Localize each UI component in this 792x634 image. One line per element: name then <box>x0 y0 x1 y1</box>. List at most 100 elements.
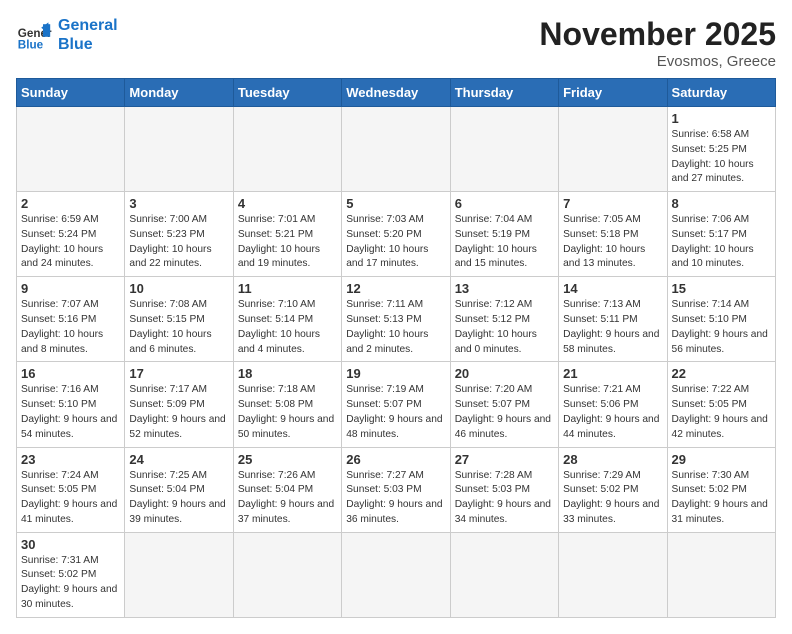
calendar-cell: 12Sunrise: 7:11 AM Sunset: 5:13 PM Dayli… <box>342 277 450 362</box>
calendar-cell: 27 Sunrise: 7:28 AM Sunset: 5:03 PM Dayli… <box>450 447 558 532</box>
day-info: Sunrise: 7:14 AM Sunset: 5:10 PM Dayligh… <box>672 298 771 357</box>
day-info: Sunrise: 7:19 AM Sunset: 5:07 PM Dayligh… <box>346 383 445 442</box>
day-info: Sunrise: 7:05 AM Sunset: 5:18 PM Dayligh… <box>563 213 662 272</box>
calendar-cell: 13Sunrise: 7:12 AM Sunset: 5:12 PM Dayli… <box>450 277 558 362</box>
day-number: 21 <box>563 366 662 381</box>
weekday-header-saturday: Saturday <box>667 79 775 107</box>
day-info: Sunrise: 7:28 AM Sunset: 5:03 PM Dayligh… <box>455 469 554 528</box>
weekday-header-monday: Monday <box>125 79 233 107</box>
calendar-cell: 20Sunrise: 7:20 AM Sunset: 5:07 PM Dayli… <box>450 362 558 447</box>
day-info: Sunrise: 7:07 AM Sunset: 5:16 PM Dayligh… <box>21 298 120 357</box>
day-number: 15 <box>672 281 771 296</box>
day-number: 6 <box>455 196 554 211</box>
calendar-cell <box>667 532 775 617</box>
calendar-cell: 16Sunrise: 7:16 AM Sunset: 5:10 PM Dayli… <box>17 362 125 447</box>
calendar-cell <box>233 107 341 192</box>
calendar-cell <box>450 532 558 617</box>
month-title: November 2025 <box>539 16 776 53</box>
calendar-cell: 1 Sunrise: 6:58 AM Sunset: 5:25 PM Daylig… <box>667 107 775 192</box>
day-number: 29 <box>672 452 771 467</box>
day-number: 28 <box>563 452 662 467</box>
day-number: 25 <box>238 452 337 467</box>
day-info: Sunrise: 7:03 AM Sunset: 5:20 PM Dayligh… <box>346 213 445 272</box>
calendar-cell: 3Sunrise: 7:00 AM Sunset: 5:23 PM Daylig… <box>125 192 233 277</box>
calendar-cell: 26Sunrise: 7:27 AM Sunset: 5:03 PM Dayli… <box>342 447 450 532</box>
day-number: 11 <box>238 281 337 296</box>
weekday-header-thursday: Thursday <box>450 79 558 107</box>
calendar-cell: 29 Sunrise: 7:30 AM Sunset: 5:02 PM Dayli… <box>667 447 775 532</box>
calendar-cell: 14Sunrise: 7:13 AM Sunset: 5:11 PM Dayli… <box>559 277 667 362</box>
day-number: 7 <box>563 196 662 211</box>
day-info: Sunrise: 7:29 AM Sunset: 5:02 PM Dayligh… <box>563 469 662 528</box>
day-info: Sunrise: 7:04 AM Sunset: 5:19 PM Dayligh… <box>455 213 554 272</box>
svg-text:Blue: Blue <box>18 39 44 52</box>
calendar-cell <box>342 532 450 617</box>
day-info: Sunrise: 6:58 AM Sunset: 5:25 PM Dayligh… <box>672 128 771 187</box>
day-info: Sunrise: 7:26 AM Sunset: 5:04 PM Dayligh… <box>238 469 337 528</box>
calendar-cell <box>342 107 450 192</box>
day-number: 14 <box>563 281 662 296</box>
calendar-week-row-6: 30 Sunrise: 7:31 AM Sunset: 5:02 PM Dayli… <box>17 532 776 617</box>
day-info: Sunrise: 7:01 AM Sunset: 5:21 PM Dayligh… <box>238 213 337 272</box>
calendar-cell: 24Sunrise: 7:25 AM Sunset: 5:04 PM Dayli… <box>125 447 233 532</box>
calendar-cell <box>450 107 558 192</box>
calendar-cell: 15 Sunrise: 7:14 AM Sunset: 5:10 PM Dayli… <box>667 277 775 362</box>
calendar-table: SundayMondayTuesdayWednesdayThursdayFrid… <box>16 78 776 618</box>
day-number: 27 <box>455 452 554 467</box>
day-number: 1 <box>672 111 771 126</box>
day-info: Sunrise: 6:59 AM Sunset: 5:24 PM Dayligh… <box>21 213 120 272</box>
calendar-cell <box>559 107 667 192</box>
calendar-cell: 10Sunrise: 7:08 AM Sunset: 5:15 PM Dayli… <box>125 277 233 362</box>
weekday-header-sunday: Sunday <box>17 79 125 107</box>
day-number: 26 <box>346 452 445 467</box>
calendar-cell: 23 Sunrise: 7:24 AM Sunset: 5:05 PM Dayli… <box>17 447 125 532</box>
calendar-cell: 17 Sunrise: 7:17 AM Sunset: 5:09 PM Dayli… <box>125 362 233 447</box>
logo: General Blue GeneralBlue <box>16 16 118 54</box>
day-number: 10 <box>129 281 228 296</box>
calendar-cell: 21Sunrise: 7:21 AM Sunset: 5:06 PM Dayli… <box>559 362 667 447</box>
calendar-week-row-5: 23 Sunrise: 7:24 AM Sunset: 5:05 PM Dayli… <box>17 447 776 532</box>
day-number: 23 <box>21 452 120 467</box>
calendar-cell: 11Sunrise: 7:10 AM Sunset: 5:14 PM Dayli… <box>233 277 341 362</box>
calendar-cell: 5 Sunrise: 7:03 AM Sunset: 5:20 PM Daylig… <box>342 192 450 277</box>
day-number: 9 <box>21 281 120 296</box>
day-info: Sunrise: 7:17 AM Sunset: 5:09 PM Dayligh… <box>129 383 228 442</box>
calendar-cell: 6 Sunrise: 7:04 AM Sunset: 5:19 PM Daylig… <box>450 192 558 277</box>
day-info: Sunrise: 7:24 AM Sunset: 5:05 PM Dayligh… <box>21 469 120 528</box>
location: Evosmos, Greece <box>539 53 776 70</box>
day-info: Sunrise: 7:06 AM Sunset: 5:17 PM Dayligh… <box>672 213 771 272</box>
day-number: 16 <box>21 366 120 381</box>
calendar-cell: 28 Sunrise: 7:29 AM Sunset: 5:02 PM Dayli… <box>559 447 667 532</box>
calendar-cell <box>559 532 667 617</box>
day-info: Sunrise: 7:31 AM Sunset: 5:02 PM Dayligh… <box>21 554 120 613</box>
day-number: 8 <box>672 196 771 211</box>
logo-text: GeneralBlue <box>58 16 118 54</box>
day-number: 30 <box>21 537 120 552</box>
weekday-header-tuesday: Tuesday <box>233 79 341 107</box>
calendar-cell: 30 Sunrise: 7:31 AM Sunset: 5:02 PM Dayli… <box>17 532 125 617</box>
calendar-cell: 4Sunrise: 7:01 AM Sunset: 5:21 PM Daylig… <box>233 192 341 277</box>
calendar-cell <box>233 532 341 617</box>
calendar-cell <box>125 532 233 617</box>
day-number: 19 <box>346 366 445 381</box>
calendar-cell: 2 Sunrise: 6:59 AM Sunset: 5:24 PM Daylig… <box>17 192 125 277</box>
calendar-cell <box>125 107 233 192</box>
logo-icon: General Blue <box>16 17 52 53</box>
calendar-week-row-1: 1 Sunrise: 6:58 AM Sunset: 5:25 PM Daylig… <box>17 107 776 192</box>
weekday-header-row: SundayMondayTuesdayWednesdayThursdayFrid… <box>17 79 776 107</box>
calendar-week-row-3: 9 Sunrise: 7:07 AM Sunset: 5:16 PM Daylig… <box>17 277 776 362</box>
day-number: 5 <box>346 196 445 211</box>
calendar-cell <box>17 107 125 192</box>
day-info: Sunrise: 7:11 AM Sunset: 5:13 PM Dayligh… <box>346 298 445 357</box>
day-number: 2 <box>21 196 120 211</box>
day-number: 17 <box>129 366 228 381</box>
day-number: 24 <box>129 452 228 467</box>
day-number: 20 <box>455 366 554 381</box>
weekday-header-wednesday: Wednesday <box>342 79 450 107</box>
day-info: Sunrise: 7:12 AM Sunset: 5:12 PM Dayligh… <box>455 298 554 357</box>
title-block: November 2025 Evosmos, Greece <box>539 16 776 70</box>
calendar-cell: 18Sunrise: 7:18 AM Sunset: 5:08 PM Dayli… <box>233 362 341 447</box>
day-number: 22 <box>672 366 771 381</box>
day-info: Sunrise: 7:30 AM Sunset: 5:02 PM Dayligh… <box>672 469 771 528</box>
day-info: Sunrise: 7:22 AM Sunset: 5:05 PM Dayligh… <box>672 383 771 442</box>
